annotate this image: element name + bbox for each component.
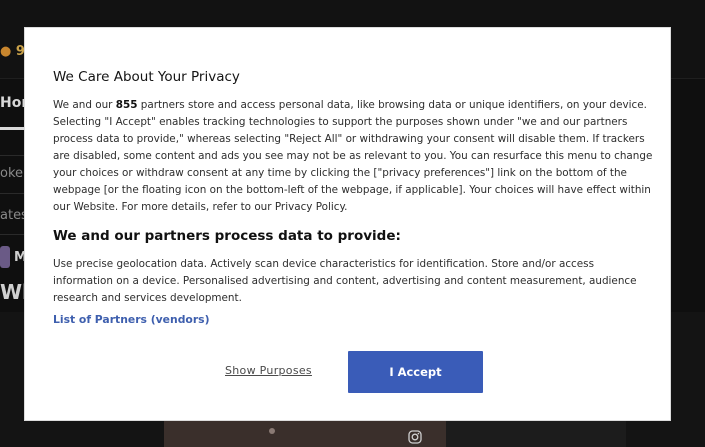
purposes-description: Use precise geolocation data. Actively s…	[53, 258, 637, 304]
flame-icon: ●	[0, 44, 12, 59]
embedded-media-frame	[446, 420, 626, 447]
privacy-consent-dialog: We Care About Your Privacy We and our 85…	[24, 27, 671, 421]
partner-count: 855	[115, 99, 138, 111]
partners-list-link[interactable]: List of Partners (vendors)	[53, 313, 210, 326]
dialog-title: We Care About Your Privacy	[53, 69, 240, 85]
background-divider	[0, 234, 24, 235]
background-sidebar-item[interactable]: oke	[0, 166, 23, 181]
purposes-heading: We and our partners process data to prov…	[53, 228, 401, 244]
author-avatar	[0, 246, 10, 268]
instagram-icon[interactable]	[408, 430, 422, 444]
embedded-media-thumbnail	[164, 420, 446, 447]
dialog-description: We and our 855 partners store and access…	[53, 99, 653, 213]
accept-button[interactable]: I Accept	[348, 351, 483, 393]
show-purposes-button[interactable]: Show Purposes	[225, 364, 312, 377]
background-divider	[0, 155, 24, 156]
nav-tab-underline	[0, 127, 24, 130]
background-divider	[0, 193, 24, 194]
